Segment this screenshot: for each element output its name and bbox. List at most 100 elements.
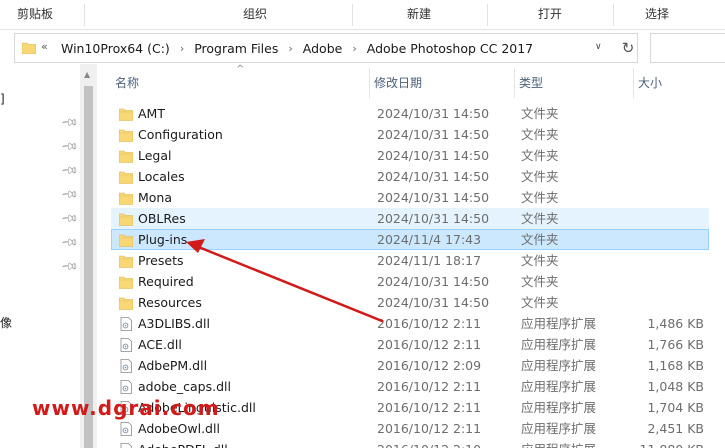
file-name: Locales <box>138 169 185 184</box>
dll-file-icon <box>120 359 132 373</box>
folder-icon <box>119 297 133 310</box>
folder-row[interactable]: Mona 2024/10/31 14:50 文件夹 <box>111 187 709 208</box>
folder-row[interactable]: Plug-ins 2024/11/4 17:43 文件夹 <box>111 229 709 250</box>
file-row[interactable]: AdbePM.dll 2016/10/12 2:09 应用程序扩展 1,168 KB <box>111 355 709 376</box>
column-header-size[interactable]: 大小 <box>634 68 725 98</box>
ribbon-separator <box>613 4 614 26</box>
file-type: 文件夹 <box>521 295 559 310</box>
scroll-up-icon[interactable]: ▲ <box>84 70 90 79</box>
navigation-pane: ] 像 📌︎ 📌︎ 📌︎ 📌︎ 📌︎ 📌︎ 📌︎ ▲ <box>0 64 97 448</box>
overflow-chevron-icon[interactable]: « <box>41 40 48 53</box>
column-header-type[interactable]: 类型 <box>515 68 633 98</box>
breadcrumb-item-adobe[interactable]: Adobe <box>299 41 347 56</box>
folder-row[interactable]: Presets 2024/11/1 18:17 文件夹 <box>111 250 709 271</box>
file-row[interactable]: AdobeOwl.dll 2016/10/12 2:11 应用程序扩展 2,451 K… <box>111 418 709 439</box>
file-size: 1,486 KB <box>647 316 704 331</box>
file-name: AdbePM.dll <box>138 358 208 373</box>
file-size: 1,048 KB <box>647 379 704 394</box>
breadcrumb-item-program-files[interactable]: Program Files <box>190 41 282 56</box>
file-date: 2016/10/12 2:09 <box>377 358 482 373</box>
column-header-date[interactable]: 修改日期 <box>370 68 514 98</box>
address-bar[interactable]: « Win10Prox64 (C:) › Program Files › Ado… <box>14 33 638 63</box>
address-row: « Win10Prox64 (C:) › Program Files › Ado… <box>0 31 725 64</box>
file-name: Resources <box>138 295 202 310</box>
file-date: 2024/10/31 14:50 <box>377 211 490 226</box>
file-type: 应用程序扩展 <box>521 440 596 448</box>
nav-scrollbar[interactable]: ▲ <box>80 64 97 448</box>
scrollbar-thumb[interactable] <box>84 86 93 448</box>
folder-icon <box>119 276 133 289</box>
folder-row[interactable]: Resources 2024/10/31 14:50 文件夹 <box>111 292 709 313</box>
pin-icon: 📌︎ <box>60 112 80 133</box>
file-name: OBLRes <box>138 211 186 226</box>
breadcrumb-item-photoshop[interactable]: Adobe Photoshop CC 2017 <box>363 41 537 56</box>
ribbon-group-clipboard[interactable]: 剪贴板 <box>0 0 70 30</box>
pin-icon: 📌︎ <box>60 208 80 229</box>
folder-row[interactable]: Legal 2024/10/31 14:50 文件夹 <box>111 145 709 166</box>
file-name: ACE.dll <box>138 337 182 352</box>
file-row[interactable]: AdobePDFL.dll 2016/10/12 2:10 应用程序扩展 11,880… <box>111 439 709 448</box>
ribbon-group-open[interactable]: 打开 <box>515 0 585 30</box>
file-type: 应用程序扩展 <box>521 400 597 415</box>
file-type: 文件夹 <box>521 127 559 142</box>
file-date: 2024/10/31 14:50 <box>377 295 490 310</box>
ribbon-group-new[interactable]: 新建 <box>384 0 454 30</box>
file-type: 文件夹 <box>521 253 559 268</box>
file-name: Legal <box>138 148 172 163</box>
file-type: 应用程序扩展 <box>521 316 597 331</box>
file-date: 2016/10/12 2:11 <box>377 421 482 436</box>
file-size: 11,880 KB <box>640 440 704 448</box>
pin-icon: 📌︎ <box>60 232 80 253</box>
pin-icon: 📌︎ <box>60 184 80 205</box>
breadcrumb-item-drive[interactable]: Win10Prox64 (C:) <box>57 41 174 56</box>
file-name: AdobePDFL.dll <box>138 440 228 448</box>
dll-file-icon <box>120 422 132 436</box>
breadcrumb-separator-icon[interactable]: › <box>282 42 298 55</box>
file-type: 应用程序扩展 <box>521 421 597 436</box>
folder-row[interactable]: Locales 2024/10/31 14:50 文件夹 <box>111 166 709 187</box>
file-row[interactable]: ACE.dll 2016/10/12 2:11 应用程序扩展 1,766 KB <box>111 334 709 355</box>
breadcrumb-separator-icon[interactable]: › <box>346 42 362 55</box>
search-input[interactable] <box>650 33 725 63</box>
breadcrumb-separator-icon[interactable]: › <box>174 42 190 55</box>
file-type: 文件夹 <box>521 274 559 289</box>
folder-row[interactable]: OBLRes 2024/10/31 14:50 文件夹 <box>111 208 709 229</box>
ribbon-separator <box>487 4 488 26</box>
folder-row[interactable]: Required 2024/10/31 14:50 文件夹 <box>111 271 709 292</box>
folder-icon <box>119 108 133 121</box>
pin-icon: 📌︎ <box>60 256 80 277</box>
file-date: 2016/10/12 2:11 <box>377 400 482 415</box>
file-name: Mona <box>138 190 173 205</box>
folder-icon <box>119 234 133 247</box>
file-type: 应用程序扩展 <box>521 337 597 352</box>
file-type: 文件夹 <box>521 148 559 163</box>
column-header-name[interactable]: 名称 <box>111 68 369 98</box>
file-size: 2,451 KB <box>647 421 704 436</box>
folder-icon <box>119 171 133 184</box>
file-size: 1,766 KB <box>647 337 704 352</box>
nav-item-fragment[interactable]: 像 <box>0 314 12 331</box>
file-row[interactable]: adobe_caps.dll 2016/10/12 2:11 应用程序扩展 1,048… <box>111 376 709 397</box>
file-type: 文件夹 <box>521 211 559 226</box>
refresh-icon[interactable]: ↻ <box>618 38 638 58</box>
folder-icon <box>119 255 133 268</box>
folder-row[interactable]: Configuration 2024/10/31 14:50 文件夹 <box>111 124 709 145</box>
pin-icon: 📌︎ <box>60 136 80 157</box>
file-row[interactable]: A3DLIBS.dll 2016/10/12 2:11 应用程序扩展 1,486 KB <box>111 313 709 334</box>
folder-row[interactable]: AMT 2024/10/31 14:50 文件夹 <box>111 103 709 124</box>
ribbon-group-organize[interactable]: 组织 <box>220 0 290 30</box>
file-size: 1,168 KB <box>647 358 704 373</box>
file-date: 2016/10/12 2:11 <box>377 379 482 394</box>
ribbon-group-select[interactable]: 选择 <box>622 0 692 30</box>
file-type: 文件夹 <box>521 106 559 121</box>
nav-item-fragment[interactable]: ] <box>0 92 5 106</box>
column-header: 名称 修改日期 类型 大小 <box>97 68 725 98</box>
file-name: Presets <box>138 253 184 268</box>
chevron-down-icon[interactable]: ∨ <box>595 42 602 52</box>
ribbon: 剪贴板 组织 新建 打开 选择 <box>0 0 725 30</box>
file-name: AdobeOwl.dll <box>138 421 220 436</box>
file-date: 2016/10/12 2:10 <box>377 440 481 448</box>
ribbon-separator <box>84 4 85 26</box>
dll-file-icon <box>120 443 132 448</box>
file-name: adobe_caps.dll <box>138 379 231 394</box>
